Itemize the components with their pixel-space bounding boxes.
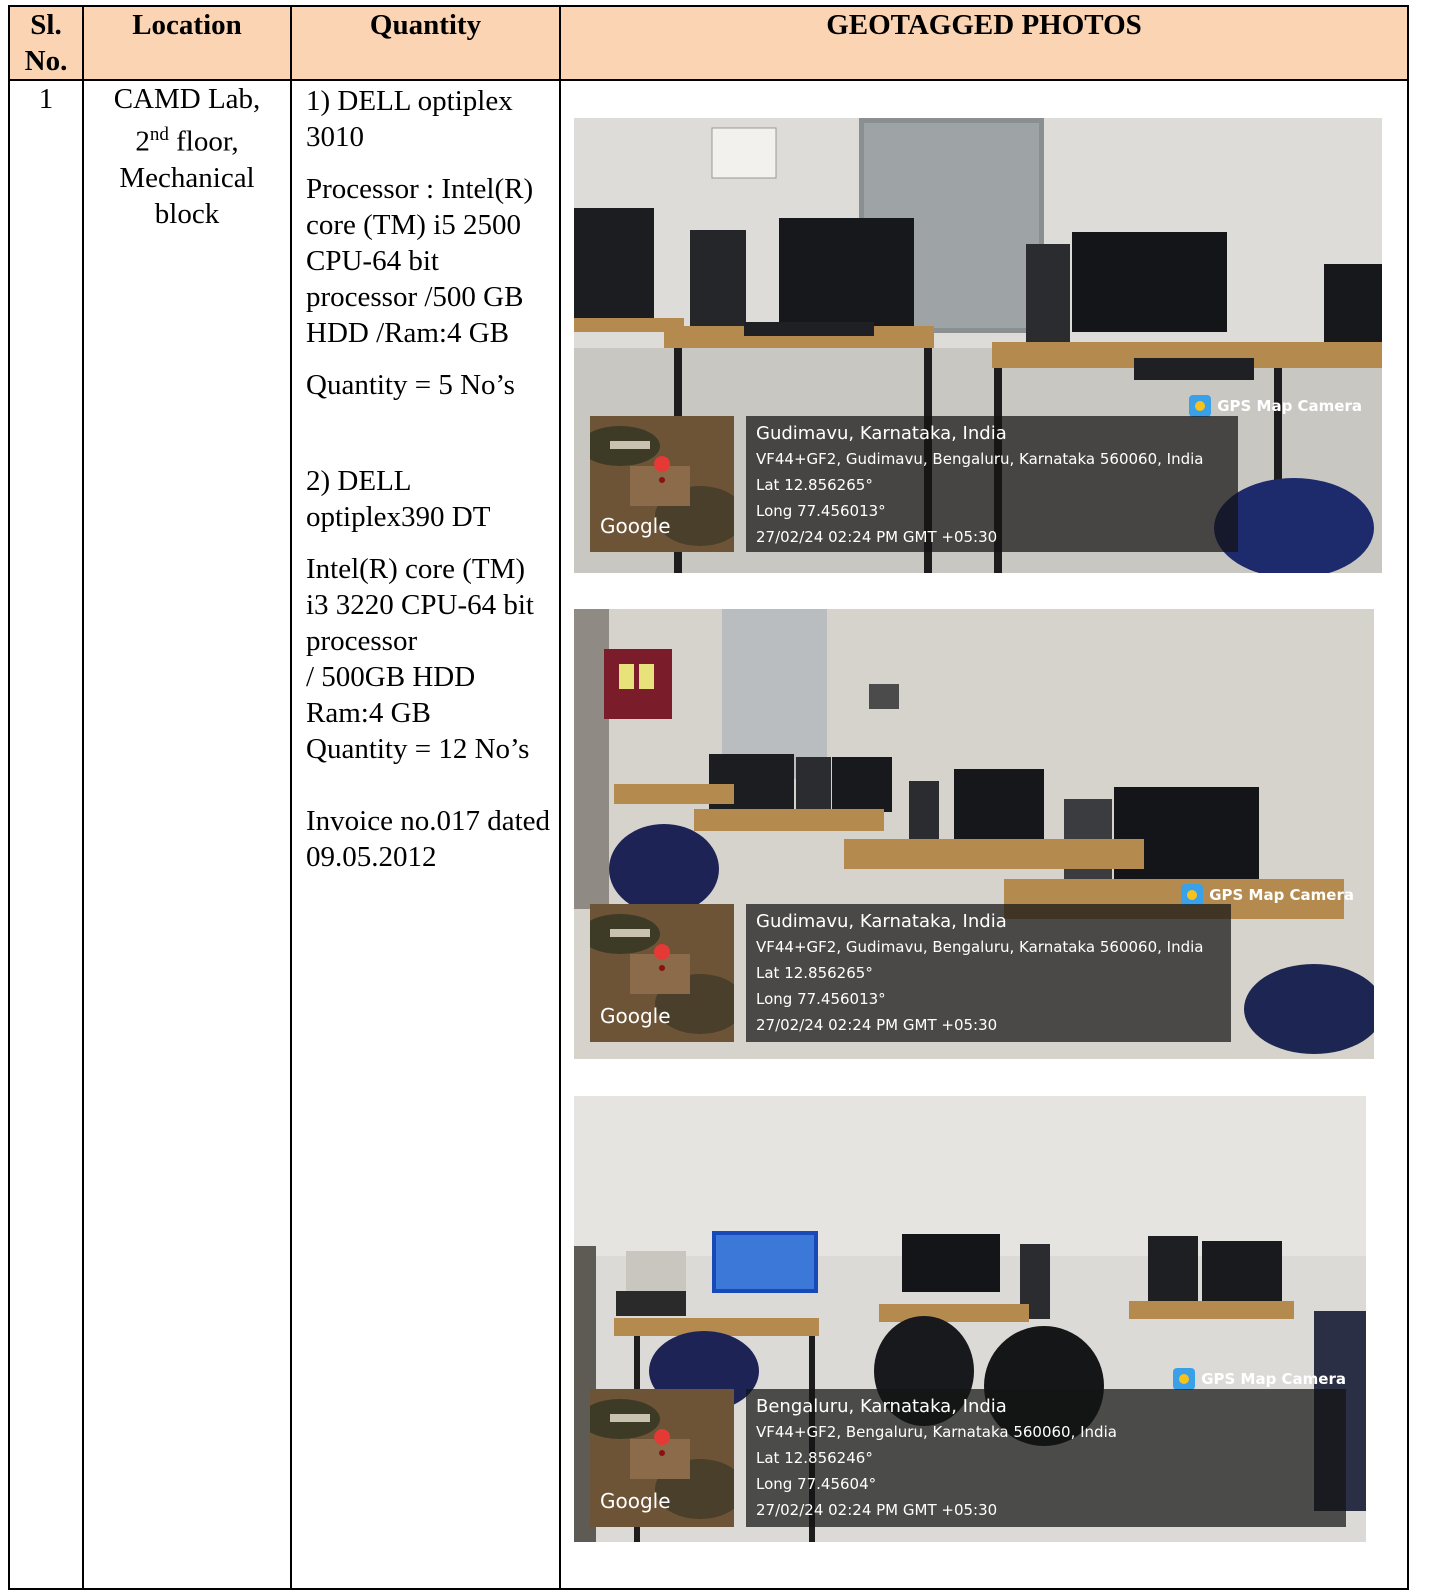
- inventory-table: Sl. No. Location Quantity GEOTAGGED PHOT…: [8, 5, 1409, 1590]
- location-line-2: 2nd floor,: [84, 117, 290, 160]
- geo-timestamp: 27/02/24 02:24 PM GMT +05:30: [756, 1016, 998, 1034]
- gps-camera-icon: [1181, 884, 1204, 906]
- geo-long: Long 77.456013°: [756, 990, 886, 1008]
- item-1-quantity: Quantity = 5 No’s: [306, 369, 515, 401]
- geo-lat: Lat 12.856246°: [756, 1449, 873, 1467]
- cell-sl-no: 1: [8, 79, 84, 1590]
- header-sl-no: Sl. No.: [8, 5, 84, 81]
- geotagged-photo-3: GPS Map Camera Google Bengaluru, Karnata…: [574, 1096, 1366, 1542]
- geo-info-overlay-2: Gudimavu, Karnataka, India VF44+GF2, Gud…: [746, 904, 1231, 1042]
- geo-long: Long 77.456013°: [756, 502, 886, 520]
- geo-timestamp: 27/02/24 02:24 PM GMT +05:30: [756, 528, 998, 546]
- cell-location: CAMD Lab, 2nd floor, Mechanical block: [82, 79, 292, 1590]
- geo-info-overlay-3: Bengaluru, Karnataka, India VF44+GF2, Be…: [746, 1389, 1346, 1527]
- cell-photos: GPS Map Camera Google Gudimavu, Karnatak…: [559, 79, 1409, 1590]
- item-2-spec-3: Ram:4 GB: [306, 697, 431, 729]
- geotagged-photo-2: GPS Map Camera Google Gudimavu, Karnatak…: [574, 609, 1374, 1059]
- geo-place: Bengaluru, Karnataka, India: [756, 1396, 1007, 1417]
- map-thumbnail-3: Google: [590, 1389, 734, 1527]
- map-thumbnail-1: Google: [590, 416, 734, 552]
- google-label-1: Google: [600, 514, 671, 538]
- location-line-1: CAMD Lab,: [113, 83, 261, 115]
- geo-lat: Lat 12.856265°: [756, 964, 873, 982]
- geo-long: Long 77.45604°: [756, 1475, 877, 1493]
- google-label-3: Google: [600, 1489, 671, 1513]
- geo-info-overlay-1: Gudimavu, Karnataka, India VF44+GF2, Gud…: [746, 416, 1238, 552]
- item-1-title: 1) DELL optiplex 3010: [306, 85, 513, 153]
- invoice-text: Invoice no.017 dated 09.05.2012: [306, 805, 551, 873]
- gps-camera-icon: [1189, 395, 1212, 417]
- table-row: 1 CAMD Lab, 2nd floor, Mechanical block …: [8, 79, 1409, 1590]
- geo-lat: Lat 12.856265°: [756, 476, 873, 494]
- floor-number: 2: [135, 125, 150, 158]
- header-location: Location: [82, 5, 292, 81]
- google-label-2: Google: [600, 1004, 671, 1028]
- geotagged-photo-1: GPS Map Camera Google Gudimavu, Karnatak…: [574, 118, 1382, 573]
- gps-camera-icon: [1173, 1368, 1196, 1390]
- item-2-spec-2: / 500GB HDD: [306, 661, 476, 693]
- geo-address: VF44+GF2, Gudimavu, Bengaluru, Karnataka…: [756, 450, 1204, 468]
- geo-timestamp: 27/02/24 02:24 PM GMT +05:30: [756, 1501, 998, 1519]
- item-2-quantity: Quantity = 12 No’s: [306, 733, 530, 765]
- geo-address: VF44+GF2, Gudimavu, Bengaluru, Karnataka…: [756, 938, 1204, 956]
- geo-place: Gudimavu, Karnataka, India: [756, 423, 1007, 444]
- location-line-3: Mechanical: [119, 161, 255, 194]
- table-header-row: Sl. No. Location Quantity GEOTAGGED PHOT…: [8, 5, 1409, 81]
- gps-badge-label: GPS Map Camera: [1217, 397, 1362, 415]
- floor-ordinal: nd: [149, 124, 169, 145]
- item-1-processor: Processor : Intel(R) core (TM) i5 2500 C…: [306, 173, 534, 349]
- sl-number: 1: [38, 83, 54, 115]
- item-2-spec-1: Intel(R) core (TM) i3 3220 CPU-64 bit pr…: [306, 553, 534, 657]
- map-thumbnail-2: Google: [590, 904, 734, 1042]
- location-line-4: block: [154, 197, 220, 230]
- item-2-title: 2) DELL optiplex390 DT: [306, 465, 491, 533]
- header-quantity: Quantity: [290, 5, 561, 81]
- header-geotagged-photos: GEOTAGGED PHOTOS: [559, 5, 1409, 81]
- geo-place: Gudimavu, Karnataka, India: [756, 911, 1007, 932]
- geo-address: VF44+GF2, Bengaluru, Karnataka 560060, I…: [756, 1423, 1117, 1441]
- floor-text: floor,: [168, 125, 239, 158]
- cell-quantity: 1) DELL optiplex 3010 Processor : Intel(…: [290, 79, 561, 1590]
